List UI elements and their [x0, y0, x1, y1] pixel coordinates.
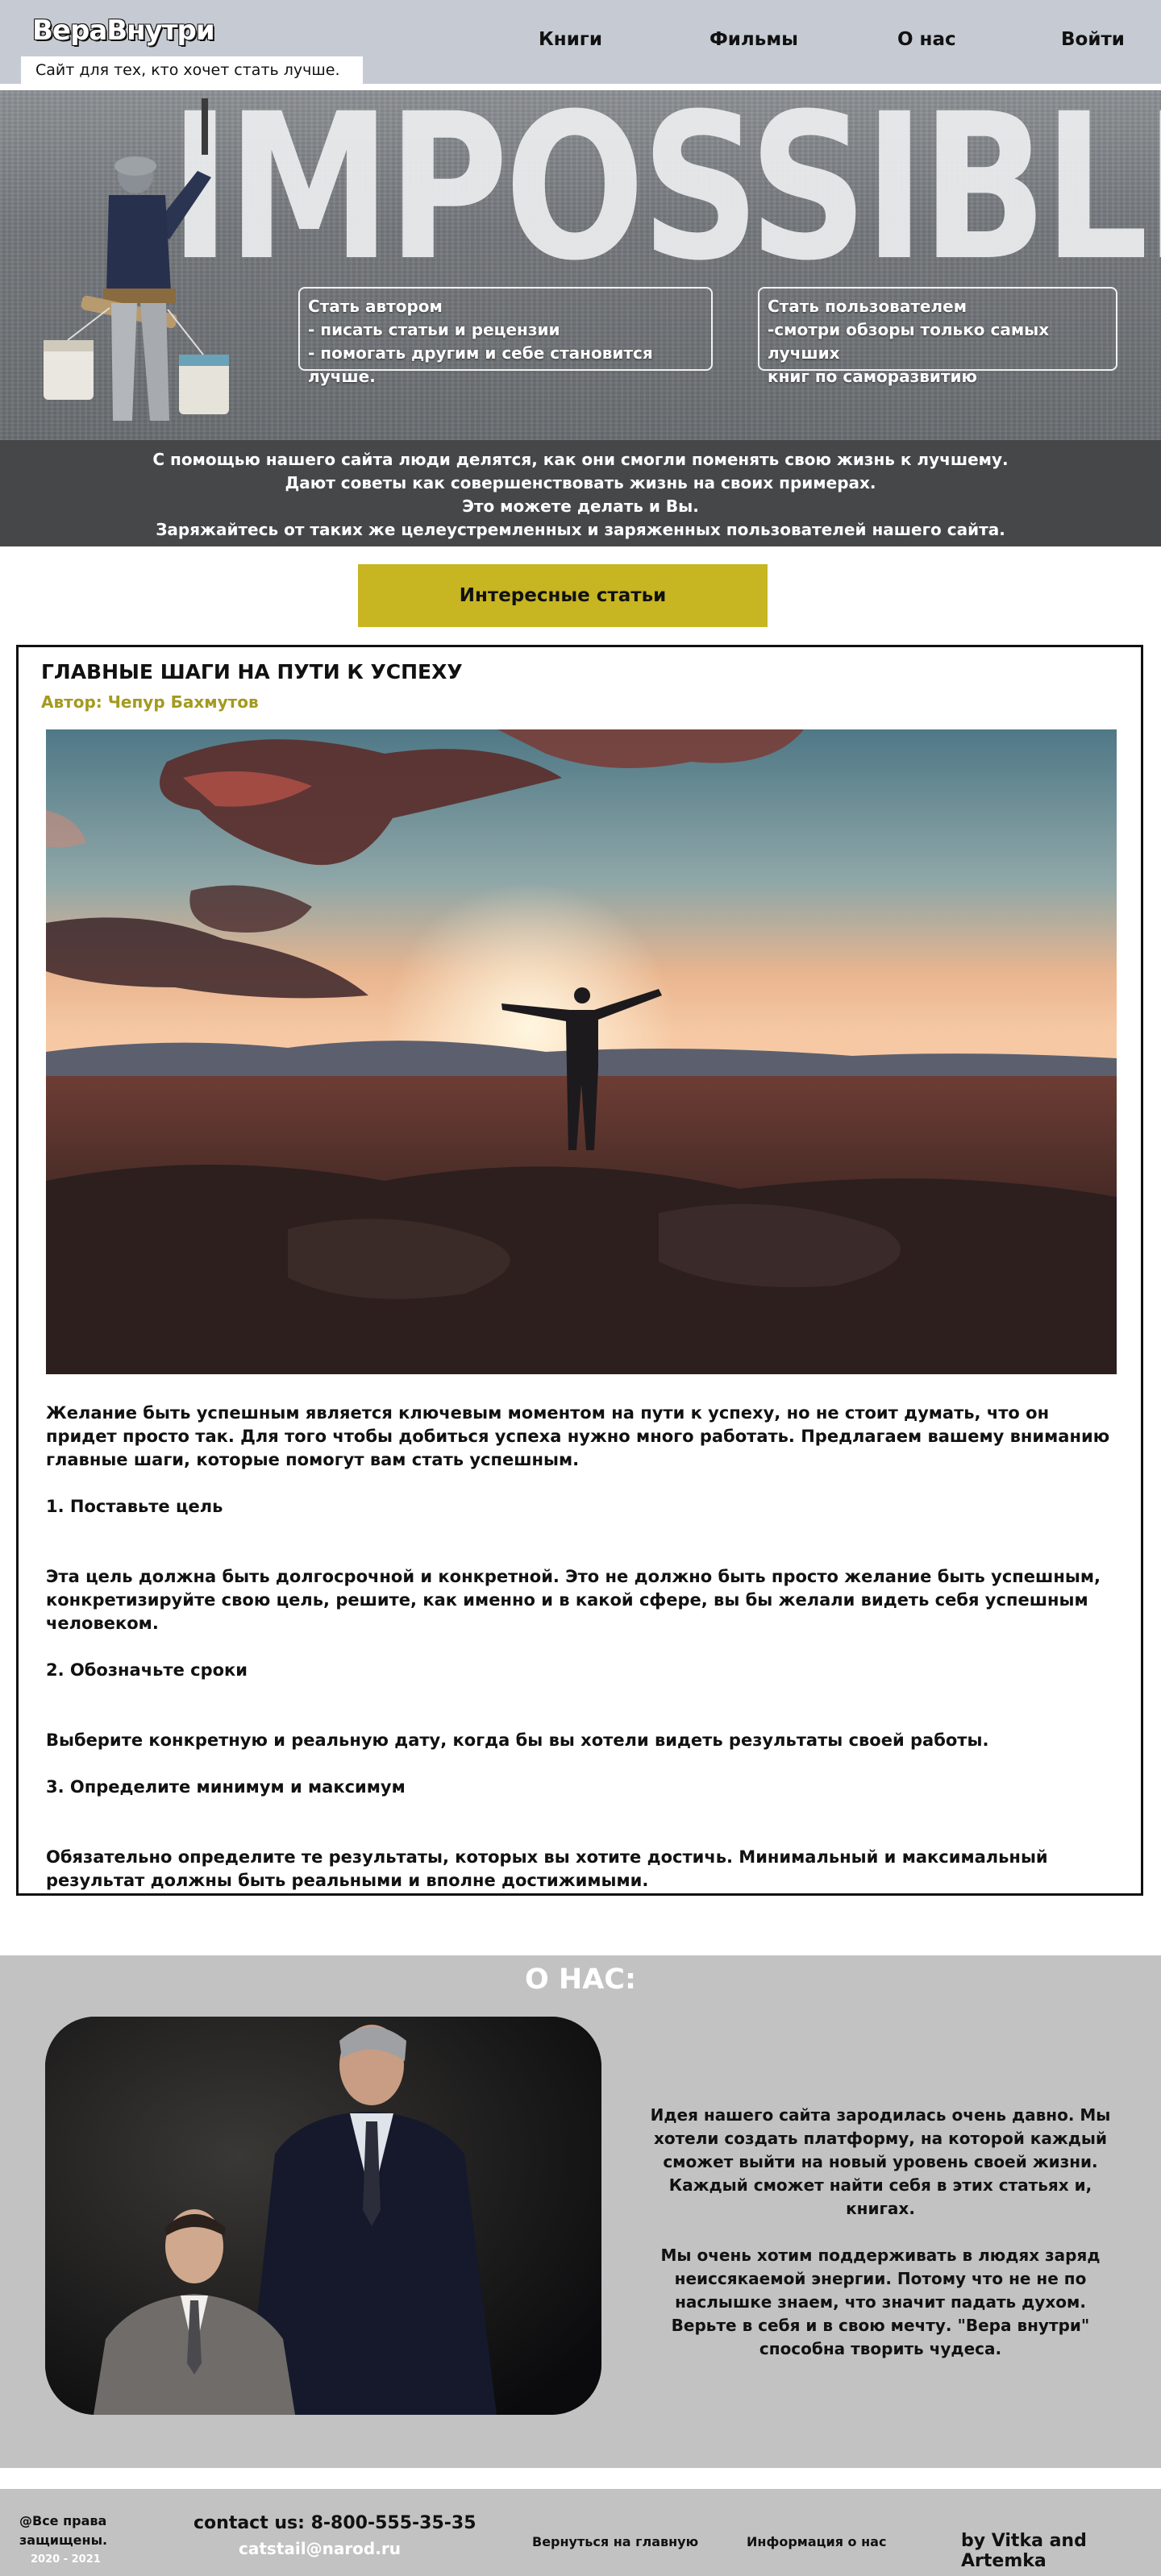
nav-login[interactable]: Войти [1061, 29, 1125, 50]
article-title[interactable]: ГЛАВНЫЕ ШАГИ НА ПУТИ К УСПЕХУ [41, 660, 463, 683]
about-title: О НАС: [524, 1963, 636, 1996]
step-3-text: Обязательно определите те результаты, ко… [46, 1847, 1048, 1890]
site-header: ВераВнутри Сайт для тех, кто хочет стать… [0, 0, 1161, 87]
step-3-title: 3. Определите минимум и максимум [46, 1777, 406, 1797]
nav-books[interactable]: Книги [539, 29, 602, 50]
footer-credit: by Vitka and Artemka [961, 2531, 1087, 2571]
about-paragraph-1: Идея нашего сайта зародилась очень давно… [650, 2105, 1111, 2218]
site-tagline: Сайт для тех, кто хочет стать лучше. [21, 56, 363, 84]
article-card: ГЛАВНЫЕ ШАГИ НА ПУТИ К УСПЕХУ Автор: Чеп… [16, 645, 1143, 1896]
site-footer: @Все права защищены. 2020 - 2021 contact… [0, 2489, 1161, 2576]
interesting-articles-button[interactable]: Интересные статьи [358, 564, 768, 627]
painter-illustration [44, 98, 229, 421]
article-intro: Желание быть успешным является ключевым … [46, 1403, 1110, 1469]
become-author-card[interactable]: Стать автором - писать статьи и рецензии… [298, 287, 713, 386]
nav-about[interactable]: О нас [897, 29, 956, 50]
about-team-photo [45, 2017, 601, 2415]
article-sunset-photo [46, 729, 1117, 1374]
article-author[interactable]: Автор: Чепур Бахмутов [41, 692, 259, 712]
about-paragraph-2: Мы очень хотим поддерживать в людях заря… [660, 2246, 1101, 2358]
step-1-text: Эта цель должна быть долгосрочной и конк… [46, 1567, 1101, 1633]
nav-films[interactable]: Фильмы [710, 29, 798, 50]
step-2-title: 2. Обозначьте сроки [46, 1660, 248, 1680]
footer-home-link[interactable]: Вернуться на главную [532, 2534, 698, 2549]
article-body: Желание быть успешным является ключевым … [46, 1402, 1118, 1893]
about-description: Идея нашего сайта зародилась очень давно… [647, 2104, 1114, 2361]
about-section: О НАС: Идея нашего сайта зародилась очен… [0, 1955, 1161, 2468]
footer-about-link[interactable]: Информация о нас [747, 2534, 886, 2549]
contact-email[interactable]: catstail@narod.ru [239, 2539, 401, 2558]
hero-banner: IMPOSSIBLE Стать автором - писать статьи… [0, 90, 1161, 440]
site-logo[interactable]: ВераВнутри [32, 15, 215, 47]
intro-band: С помощью нашего сайта люди делятся, как… [0, 440, 1161, 546]
step-1-title: 1. Поставьте цель [46, 1497, 223, 1516]
hero-background-word: IMPOSSIBLE [169, 90, 1161, 305]
copyright-years: 2020 - 2021 [31, 2553, 101, 2566]
copyright-text: @Все права защищены. [19, 2513, 108, 2548]
step-2-text: Выберите конкретную и реальную дату, ког… [46, 1730, 989, 1750]
contact-phone: contact us: 8-800-555-35-35 [194, 2513, 476, 2533]
become-user-card[interactable]: Стать пользователем -смотри обзоры тольк… [758, 287, 1117, 386]
